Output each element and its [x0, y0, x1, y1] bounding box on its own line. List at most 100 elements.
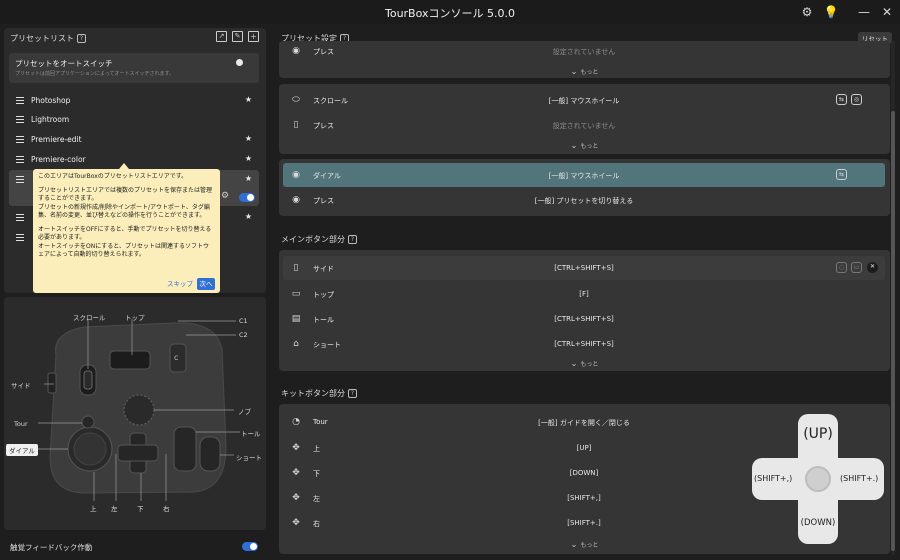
label-tall: トール: [241, 430, 261, 438]
settings-icon[interactable]: ⚙: [798, 3, 816, 21]
row-value: 設定されていません: [552, 122, 616, 130]
preset-list-header: プリセットリスト?: [10, 33, 86, 44]
scrollbar-track[interactable]: [891, 41, 895, 555]
preset-toggle[interactable]: [239, 193, 255, 202]
lightbulb-icon[interactable]: 💡: [822, 3, 840, 21]
top-button-row[interactable]: ▭ トップ [F]: [283, 282, 885, 306]
label-dial[interactable]: ダイアル: [6, 444, 38, 456]
tooltip-text-3: オートスイッチをOFFにすると、手動でプリセットを切り替える必要があります。 オ…: [38, 225, 212, 259]
preset-item[interactable]: Photoshop ★: [9, 91, 259, 110]
chevron-down-icon: ⌄: [570, 359, 578, 368]
star-icon[interactable]: ★: [245, 174, 252, 183]
more-toggle[interactable]: ⌄ もっと: [279, 141, 890, 150]
label-c2: C2: [239, 331, 248, 339]
press-row[interactable]: ◉ プレス 設定されていません: [283, 39, 885, 63]
dial-row[interactable]: ◉ ダイアル [一般] マウスホイール ⇆: [283, 163, 885, 187]
close-icon[interactable]: ✕: [878, 3, 896, 21]
tall-button-row[interactable]: ▤ トール [CTRL+SHIFT+S]: [283, 307, 885, 331]
label-up: 上: [90, 505, 97, 513]
row-value: [CTRL+SHIFT+S]: [554, 340, 614, 348]
auto-switch-label: プリセットをオートスイッチ: [15, 59, 113, 68]
preset-item[interactable]: Premiere-color ★: [9, 150, 259, 169]
label-short: ショート: [236, 454, 262, 462]
side-button: [47, 372, 57, 394]
reverse-icon[interactable]: ⇆: [836, 169, 847, 180]
main-buttons-header: メインボタン部分?: [281, 234, 357, 245]
toggle-knob: [236, 59, 243, 66]
tall-button: [173, 426, 197, 472]
next-button[interactable]: 次へ: [197, 278, 215, 290]
more-toggle[interactable]: ⌄ もっと: [279, 359, 890, 368]
press-row[interactable]: ◉ プレス [一般] プリセットを切り替える: [283, 188, 885, 212]
dpad-up-label: (UP): [803, 426, 833, 442]
kit-buttons-title: キットボタン部分: [281, 389, 345, 398]
more-toggle[interactable]: ⌄ もっと: [279, 67, 890, 76]
more-label: もっと: [580, 361, 599, 368]
preset-name: Photoshop: [31, 96, 71, 105]
dpad-preview: (UP) (DOWN) (SHIFT+,) (SHIFT+.): [752, 414, 884, 544]
side-button-row[interactable]: ▯ サイド [CTRL+SHIFT+S] ◌ ▭ ✕: [283, 256, 885, 280]
export-icon[interactable]: ↗: [216, 31, 227, 42]
help-icon[interactable]: ?: [348, 389, 357, 398]
knob: [123, 394, 155, 426]
label-right: 右: [163, 505, 170, 513]
help-icon[interactable]: ?: [348, 235, 357, 244]
preset-item[interactable]: Lightroom: [9, 110, 259, 129]
short-button: [199, 436, 221, 472]
star-icon[interactable]: ★: [245, 95, 252, 104]
more-label: もっと: [580, 69, 599, 76]
more-label: もっと: [580, 143, 599, 150]
row-value: [一般] マウスホイール: [548, 97, 620, 105]
chevron-down-icon: ⌄: [570, 67, 578, 76]
haptic-feedback-toggle[interactable]: [242, 542, 258, 551]
tourbox-device-diagram: c: [38, 319, 240, 501]
preset-name: Premiere-edit: [31, 135, 82, 144]
dpad-preview-center: [805, 466, 831, 492]
tooltip-text-1: このエリアはTourBoxのプリセットリストエリアです。: [38, 173, 188, 180]
chevron-down-icon: ⌄: [570, 141, 578, 150]
auto-switch-toggle[interactable]: [235, 58, 251, 67]
tour-button: [81, 415, 95, 429]
preset-item[interactable]: Premiere-edit ★: [9, 130, 259, 149]
preset-name: Lightroom: [31, 115, 70, 124]
star-icon[interactable]: ★: [245, 154, 252, 163]
star-icon[interactable]: ★: [245, 134, 252, 143]
target-icon[interactable]: ◎: [851, 94, 862, 105]
label-down: 下: [137, 505, 144, 513]
toggle-knob: [247, 194, 254, 201]
short-button-row[interactable]: ⌂ ショート [CTRL+SHIFT+S]: [283, 332, 885, 356]
label-left: 左: [111, 505, 118, 513]
star-icon[interactable]: ★: [245, 212, 252, 221]
scroll-row[interactable]: ⬭ スクロール [一般] マウスホイール ⇆ ◎: [283, 88, 885, 112]
top-button: [109, 350, 151, 370]
toggle-knob: [250, 543, 257, 550]
scrollbar-thumb[interactable]: [891, 111, 895, 551]
preset-list-title: プリセットリスト: [10, 34, 74, 43]
preset-menu-icon: [16, 176, 24, 183]
svg-text:c: c: [174, 353, 178, 362]
preset-menu-icon: [16, 156, 24, 163]
preset-menu-icon: [16, 136, 24, 143]
app-title: TourBoxコンソール 5.0.0: [384, 7, 515, 20]
key-icon[interactable]: ▭: [851, 262, 862, 273]
more-label: もっと: [580, 542, 599, 549]
minimize-icon[interactable]: —: [855, 3, 873, 21]
auto-switch-description: プリセットは前回アプリケーションによってオートスイッチされます。: [15, 71, 175, 77]
edit-icon[interactable]: ✎: [232, 31, 243, 42]
press-row[interactable]: ▯ プレス 設定されていません: [283, 113, 885, 137]
reverse-icon[interactable]: ⇆: [836, 94, 847, 105]
title-bar: TourBoxコンソール 5.0.0 ⚙ 💡 — ✕: [0, 0, 900, 24]
help-icon[interactable]: ?: [77, 34, 86, 43]
row-value: [CTRL+SHIFT+S]: [554, 315, 614, 323]
preset-gear-icon[interactable]: ⚙: [221, 191, 229, 201]
add-preset-icon[interactable]: +: [248, 31, 259, 42]
preset-menu-icon: [16, 234, 24, 241]
guide-tooltip: このエリアはTourBoxのプリセットリストエリアです。 プリセットリストエリア…: [33, 163, 220, 293]
auto-switch-box: プリセットをオートスイッチ プリセットは前回アプリケーションによってオートスイッ…: [9, 53, 259, 83]
skip-button[interactable]: スキップ: [167, 280, 193, 289]
label-scroll: スクロール: [73, 314, 106, 322]
hud-icon[interactable]: ◌: [836, 262, 847, 273]
row-value: [一般] マウスホイール: [548, 172, 620, 180]
delete-icon[interactable]: ✕: [867, 262, 878, 273]
row-value: [CTRL+SHIFT+S]: [554, 264, 614, 272]
